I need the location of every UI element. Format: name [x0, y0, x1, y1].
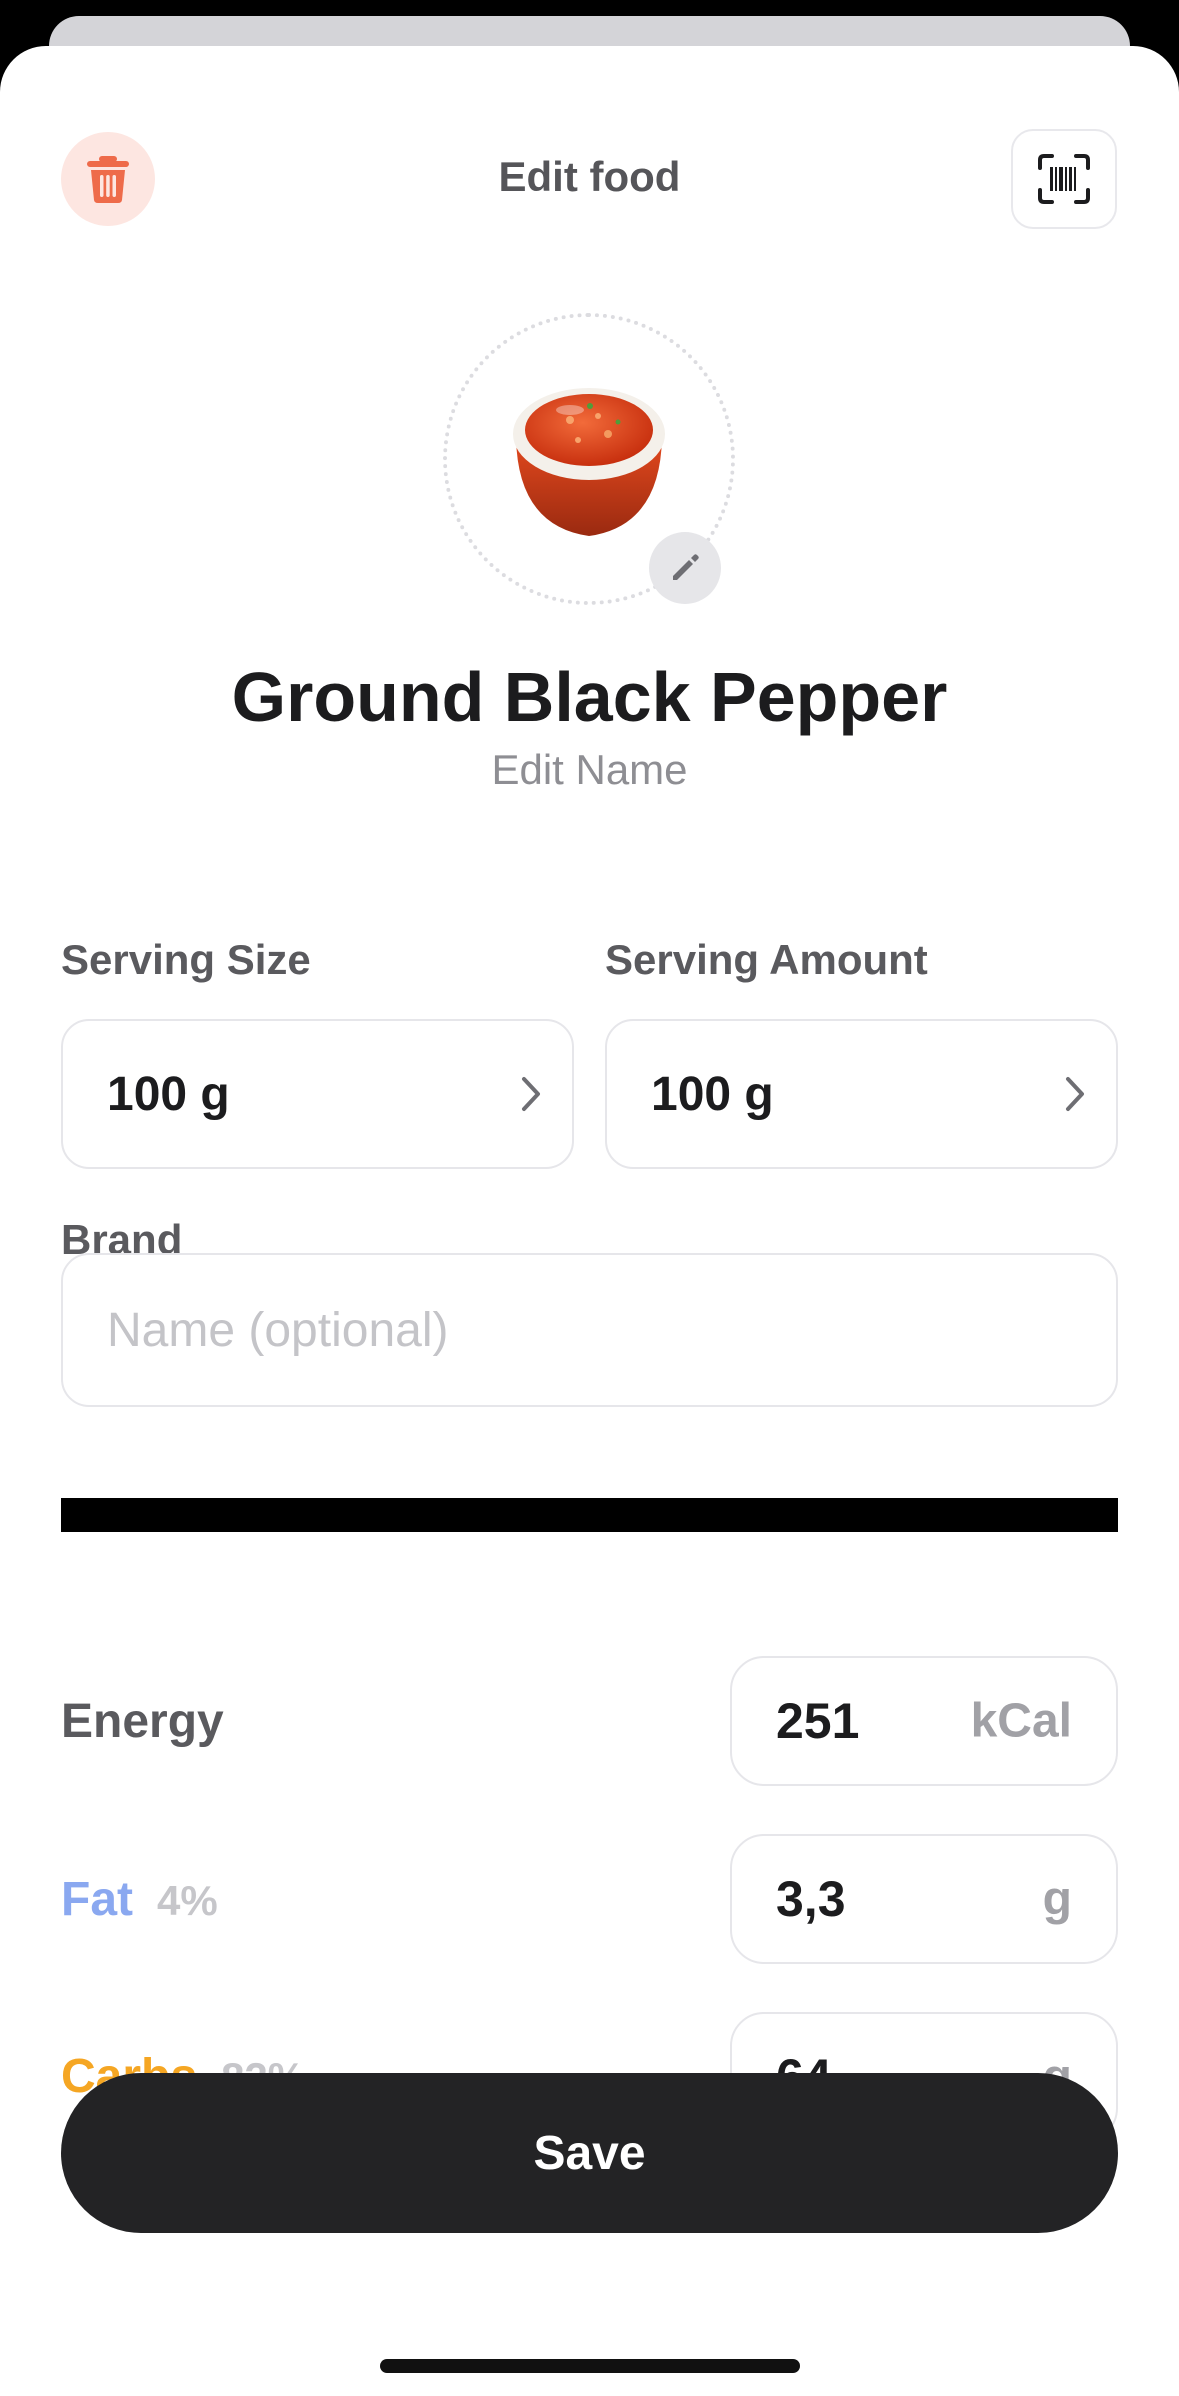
energy-field[interactable]: 251 kCal	[730, 1656, 1118, 1786]
serving-size-field[interactable]: 100 g	[61, 1019, 574, 1169]
energy-unit: kCal	[970, 1694, 1072, 1748]
barcode-scan-icon	[1038, 154, 1090, 204]
serving-amount-field[interactable]: 100 g	[605, 1019, 1118, 1169]
energy-row-label: Energy	[61, 1694, 224, 1749]
brand-input[interactable]	[61, 1253, 1118, 1407]
fat-percent: 4%	[157, 1877, 218, 1924]
save-button[interactable]: Save	[61, 2073, 1118, 2233]
serving-size-label: Serving Size	[61, 936, 311, 983]
fat-label: Fat	[61, 1873, 133, 1926]
food-name: Ground Black Pepper	[231, 658, 948, 736]
serving-amount-label: Serving Amount	[605, 936, 928, 983]
fat-unit: g	[1042, 1872, 1072, 1926]
energy-value: 251	[776, 1693, 860, 1749]
home-indicator	[380, 2359, 800, 2373]
sauce-bowl-image	[513, 388, 665, 536]
serving-amount-value: 100 g	[651, 1067, 774, 1121]
section-divider	[61, 1498, 1118, 1532]
fat-field[interactable]: 3,3 g	[730, 1834, 1118, 1964]
edit-food-sheet: Edit food Ground Black Pepper Edit Name …	[0, 46, 1179, 2396]
energy-label: Energy	[61, 1695, 224, 1748]
barcode-scan-button[interactable]	[1011, 129, 1117, 229]
pencil-icon	[673, 554, 699, 580]
edit-photo-button[interactable]	[649, 532, 721, 604]
fat-row-label: Fat 4%	[61, 1872, 218, 1927]
chevron-right-icon	[522, 1077, 540, 1111]
edit-name-link[interactable]: Edit Name	[0, 746, 1179, 794]
chevron-right-icon	[1066, 1077, 1084, 1111]
serving-size-value: 100 g	[107, 1067, 230, 1121]
fat-value: 3,3	[776, 1871, 846, 1927]
page-title: Edit food	[498, 153, 681, 200]
